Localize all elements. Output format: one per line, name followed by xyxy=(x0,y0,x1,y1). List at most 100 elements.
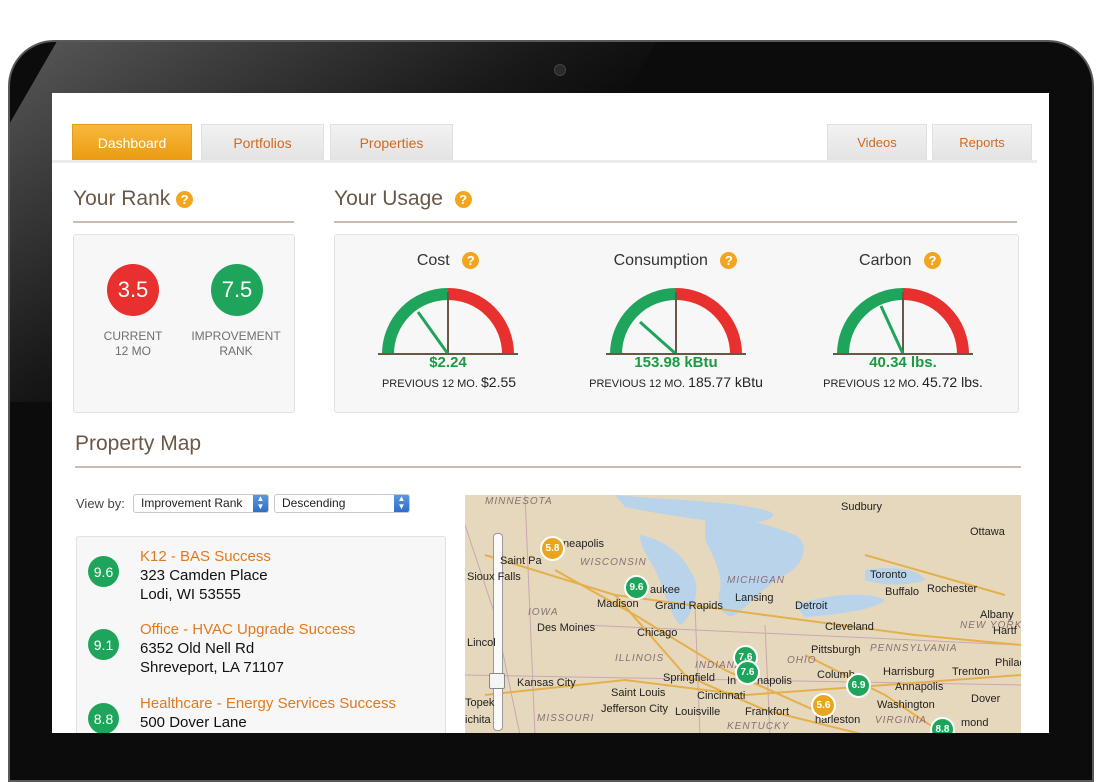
gauge-carbon-prev-value: 45.72 lbs. xyxy=(922,374,983,390)
map-city-label: aukee xyxy=(650,584,680,596)
improvement-rank-badge: 7.5 xyxy=(211,264,263,316)
map-city-label: Pittsburgh xyxy=(811,644,861,656)
map-marker[interactable]: 5.6 xyxy=(811,693,836,718)
map-city-label: Saint Louis xyxy=(611,687,666,699)
property-map-divider xyxy=(75,466,1021,468)
map-zoom-handle[interactable] xyxy=(489,673,505,689)
map-city-label: Albany xyxy=(980,609,1014,621)
improvement-rank-label: IMPROVEMENT RANK xyxy=(181,329,291,359)
map-marker[interactable]: 6.9 xyxy=(846,673,871,698)
sort-field-chevron-icon: ▲ ▼ xyxy=(253,495,268,512)
map-city-label: Trenton xyxy=(952,666,990,678)
map-state-label: VIRGINIA xyxy=(875,715,927,726)
map-city-label: Jefferson City xyxy=(601,703,669,715)
map-city-label: Harrisburg xyxy=(883,666,935,678)
map-city-label: Lincol xyxy=(467,637,496,649)
map-marker[interactable]: 9.6 xyxy=(624,575,649,600)
map-city-label: Annapolis xyxy=(895,681,944,693)
map-city-label: mond xyxy=(961,717,989,729)
tab-videos[interactable]: Videos xyxy=(827,124,927,160)
rank-divider xyxy=(73,221,294,223)
gauge-consumption-value: 153.98 kBtu xyxy=(634,354,718,371)
property-rank-badge: 8.8 xyxy=(88,703,119,733)
property-address: 6352 Old Nell Rd xyxy=(140,640,255,657)
property-name-link[interactable]: Office - HVAC Upgrade Success xyxy=(140,621,355,638)
map-city-label: ichita xyxy=(465,714,491,726)
gauge-consumption-title: Consumption ? xyxy=(583,252,768,270)
gauge-consumption-prev-label: PREVIOUS 12 MO. xyxy=(589,378,686,390)
map-city-label: Cleveland xyxy=(825,621,874,633)
gauge-cost-title: Cost ? xyxy=(358,252,538,270)
map-marker[interactable]: 7.6 xyxy=(735,660,760,685)
map-city-label: napolis xyxy=(757,675,792,687)
property-address: 500 Dover Lane xyxy=(140,714,247,731)
map-state-label: MISSOURI xyxy=(537,713,595,724)
property-name-link[interactable]: Healthcare - Energy Services Success xyxy=(140,695,396,712)
gauge-carbon-help-icon[interactable]: ? xyxy=(923,252,941,270)
rank-help-icon[interactable]: ? xyxy=(176,190,194,208)
map-city-label: Buffalo xyxy=(885,586,920,598)
map-city-label: Toronto xyxy=(870,569,907,581)
usage-divider xyxy=(334,221,1017,223)
map-city-label: Des Moines xyxy=(537,622,596,634)
property-rank-badge: 9.1 xyxy=(88,629,119,660)
sort-field-value: Improvement Rank xyxy=(141,496,243,510)
gauge-carbon-previous: PREVIOUS 12 MO. 45.72 lbs. xyxy=(783,374,1023,390)
usage-title-text: Your Usage xyxy=(334,187,443,210)
property-city: Shreveport, LA 71107 xyxy=(140,659,284,676)
map-state-label: OHIO xyxy=(787,655,817,666)
map-city-label: Dover xyxy=(971,693,1001,705)
rank-title: Your Rank ? xyxy=(73,187,194,211)
tab-portfolios[interactable]: Portfolios xyxy=(201,124,324,160)
gauge-consumption-prev-value: 185.77 kBtu xyxy=(688,374,763,390)
map-city-label: neapolis xyxy=(563,538,604,550)
map-city-label: Madison xyxy=(597,598,639,610)
improvement-rank-label-1: IMPROVEMENT xyxy=(191,329,281,343)
gauge-cost-prev-value: $2.55 xyxy=(481,374,517,390)
gauge-carbon-dial xyxy=(833,288,973,355)
gauge-consumption-title-text: Consumption xyxy=(613,252,708,269)
gauge-consumption-help-icon[interactable]: ? xyxy=(720,252,738,270)
sort-order-select[interactable]: Descending ▲ ▼ xyxy=(274,494,410,513)
usage-help-icon[interactable]: ? xyxy=(454,190,472,208)
map-city-label: Louisville xyxy=(675,706,721,718)
map-state-label: KENTUCKY xyxy=(727,721,790,732)
tab-properties[interactable]: Properties xyxy=(330,124,453,160)
gauge-carbon-title-text: Carbon xyxy=(859,252,912,269)
rank-panel: 3.5 7.5 CURRENT 12 MO IMPROVEMENT RANK xyxy=(73,234,295,413)
camera-icon xyxy=(554,64,566,76)
map-city-label: Grand Rapids xyxy=(655,600,723,612)
map-state-label: IOWA xyxy=(528,607,559,618)
screen: Dashboard Portfolios Properties Videos R… xyxy=(52,93,1049,733)
map-city-label: Springfield xyxy=(663,672,715,684)
property-name-link[interactable]: K12 - BAS Success xyxy=(140,548,271,565)
map-state-label: MICHIGAN xyxy=(727,575,785,586)
map-city-label: Ottawa xyxy=(970,526,1005,538)
map-city-label: Cincinnati xyxy=(697,690,746,702)
improvement-rank-label-2: RANK xyxy=(219,344,253,358)
gauge-cost-value: $2.24 xyxy=(429,354,467,371)
tab-dashboard[interactable]: Dashboard xyxy=(72,124,192,160)
map-state-label: MINNESOTA xyxy=(485,496,553,507)
property-city: Lodi, WI 53555 xyxy=(140,586,241,603)
map-city-label: Philad xyxy=(995,657,1021,669)
map-city-label: Hartf xyxy=(993,625,1017,637)
sort-order-value: Descending xyxy=(282,496,346,510)
property-map-title: Property Map xyxy=(75,432,202,455)
map-city-label: Sioux Falls xyxy=(467,571,521,583)
current-rank-label-1: CURRENT xyxy=(103,329,163,343)
gauge-cost-help-icon[interactable]: ? xyxy=(462,252,480,270)
map-city-label: Frankfort xyxy=(745,706,790,718)
sort-field-select[interactable]: Improvement Rank ▲ ▼ xyxy=(133,494,269,513)
map-marker[interactable]: 5.8 xyxy=(540,536,565,561)
map-state-label: PENNSYLVANIA xyxy=(870,643,958,654)
gauge-cost-dial xyxy=(378,288,518,355)
map-city-label: Detroit xyxy=(795,600,828,612)
property-map[interactable]: MINNESOTA WISCONSIN MICHIGAN IOWA ILLINO… xyxy=(465,495,1021,733)
map-city-label: Rochester xyxy=(927,583,978,595)
map-city-label: Lansing xyxy=(735,592,774,604)
current-rank-label: CURRENT 12 MO xyxy=(78,329,188,359)
tab-reports[interactable]: Reports xyxy=(932,124,1032,160)
map-city-label: Topek xyxy=(465,697,495,709)
gauge-cost-title-text: Cost xyxy=(416,252,450,269)
